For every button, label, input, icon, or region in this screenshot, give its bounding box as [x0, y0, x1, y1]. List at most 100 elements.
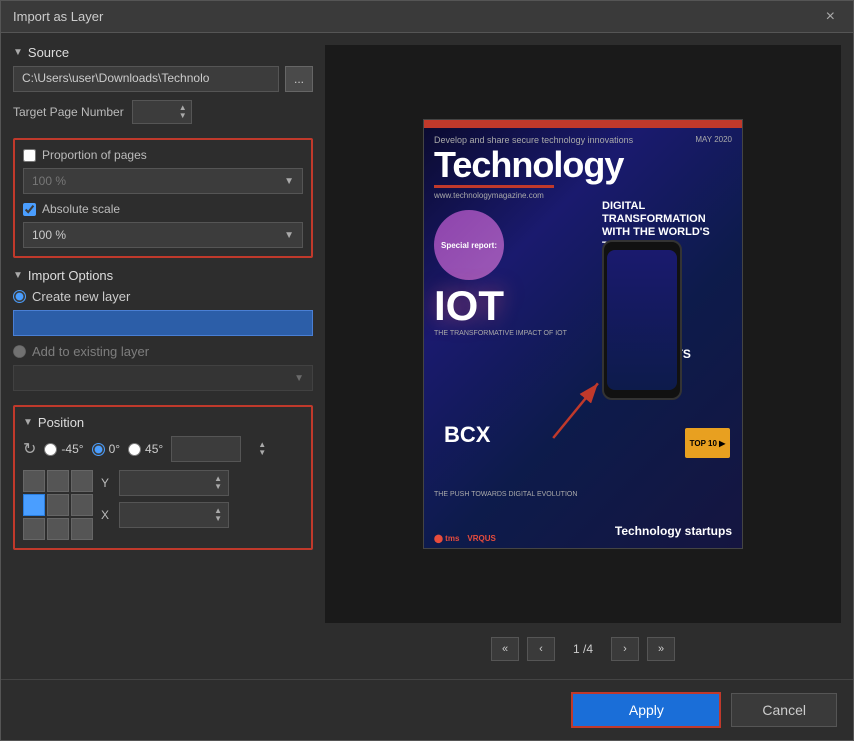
anchor-cell-1-0[interactable] — [23, 494, 45, 516]
absolute-row: Absolute scale — [23, 202, 303, 216]
absolute-value-field[interactable]: 100 % ▼ — [23, 222, 303, 248]
anchor-cell-2-0[interactable] — [23, 518, 45, 540]
magazine-cover: Develop and share secure technology inno… — [423, 119, 743, 549]
mag-iot-text: IOT — [434, 285, 567, 327]
left-panel: ▼ Source C:\Users\user\Downloads\Technol… — [13, 45, 313, 667]
anchor-cell-0-0[interactable] — [23, 470, 45, 492]
absolute-arrow-icon: ▼ — [284, 230, 294, 241]
y-label: Y — [101, 476, 113, 490]
target-page-spinbox[interactable]: 1 ▲▼ — [132, 100, 192, 124]
apply-button[interactable]: Apply — [571, 692, 721, 728]
anchor-cell-0-2[interactable] — [71, 470, 93, 492]
source-triangle-icon: ▼ — [13, 47, 23, 58]
source-label: Source — [28, 45, 69, 60]
dialog-title: Import as Layer — [13, 9, 103, 24]
add-existing-select: ▼ — [13, 365, 313, 391]
nav-last-button[interactable]: » — [647, 637, 675, 661]
target-page-label: Target Page Number — [13, 105, 124, 119]
position-section: ▼ Position ↻ -45° 0° 45 — [13, 405, 313, 550]
rotate-icon[interactable]: ↻ — [23, 439, 36, 459]
rotation-spinbox[interactable]: 0 ° ▲▼ — [171, 436, 241, 462]
create-layer-label: Create new layer — [32, 289, 130, 304]
preview-area: Develop and share secure technology inno… — [325, 45, 841, 623]
target-page-row: Target Page Number 1 ▲▼ — [13, 100, 313, 124]
nav-page-display: 1 /4 — [563, 642, 603, 656]
absolute-value: 100 % — [32, 228, 66, 242]
dialog-footer: Apply Cancel — [1, 679, 853, 740]
mag-header: Develop and share secure technology inno… — [434, 135, 732, 200]
anchor-cell-2-1[interactable] — [47, 518, 69, 540]
mag-website: www.technologymagazine.com — [434, 191, 732, 200]
close-button[interactable]: × — [820, 6, 841, 28]
x-row: X 0 (cm) ▲▼ — [101, 502, 229, 528]
proportion-arrow-icon: ▼ — [284, 176, 294, 187]
nav-first-button[interactable]: « — [491, 637, 519, 661]
x-spinbox[interactable]: 0 (cm) ▲▼ — [119, 502, 229, 528]
position-header: ▼ Position — [23, 415, 303, 430]
mag-iot-sub: THE TRANSFORMATIVE IMPACT OF IOT — [434, 330, 567, 337]
mag-bottom-logos: ⬤ tms VRQUS — [434, 534, 496, 543]
source-header: ▼ Source — [13, 45, 313, 60]
rotation-row: ↻ -45° 0° 45° 0 ° ▲▼ — [23, 436, 303, 462]
mag-logo-underline — [434, 185, 554, 188]
add-existing-row: Add to existing layer — [13, 344, 313, 359]
mag-bcx-sub: THE PUSH TOWARDS DIGITAL EVOLUTION — [434, 491, 577, 498]
rotation-input[interactable]: 0 ° — [178, 442, 258, 456]
anchor-cell-2-2[interactable] — [71, 518, 93, 540]
rot-45-label: 45° — [145, 442, 163, 456]
rot-45-radio[interactable] — [128, 443, 141, 456]
rot-0-label: 0° — [109, 442, 120, 456]
rotation-spin-arrows[interactable]: ▲▼ — [258, 441, 266, 457]
mag-logo-sm-1: ⬤ tms — [434, 534, 459, 543]
proportion-label: Proportion of pages — [42, 148, 147, 162]
proportion-value-field: 100 % ▼ — [23, 168, 303, 194]
rot-neg45-row: -45° — [44, 442, 83, 456]
xy-fields: Y 0 (cm) ▲▼ X 0 (cm) ▲▼ — [101, 470, 229, 528]
import-as-layer-dialog: Import as Layer × ▼ Source C:\Users\user… — [0, 0, 854, 741]
mag-special-text: Special report: — [441, 241, 497, 250]
position-grid: Y 0 (cm) ▲▼ X 0 (cm) ▲▼ — [23, 470, 303, 540]
mag-bcx-area: BCX THE PUSH TOWARDS DIGITAL EVOLUTION — [434, 491, 577, 498]
file-path-display: C:\Users\user\Downloads\Technolo — [13, 66, 279, 92]
y-spin-arrows[interactable]: ▲▼ — [214, 475, 222, 491]
import-options-triangle-icon: ▼ — [13, 270, 23, 281]
source-section: ▼ Source C:\Users\user\Downloads\Technol… — [13, 45, 313, 128]
mag-phone-screen — [607, 250, 677, 390]
target-page-input[interactable]: 1 — [139, 105, 179, 119]
title-bar: Import as Layer × — [1, 1, 853, 33]
create-layer-row: Create new layer — [13, 289, 313, 304]
target-page-spin-arrows[interactable]: ▲▼ — [179, 104, 187, 120]
mag-logo-sm-2: VRQUS — [467, 534, 495, 543]
y-spinbox[interactable]: 0 (cm) ▲▼ — [119, 470, 229, 496]
absolute-checkbox[interactable] — [23, 203, 36, 216]
browse-button[interactable]: ... — [285, 66, 313, 92]
anchor-cell-1-2[interactable] — [71, 494, 93, 516]
rot-45-row: 45° — [128, 442, 163, 456]
rot-neg45-radio[interactable] — [44, 443, 57, 456]
anchor-cell-0-1[interactable] — [47, 470, 69, 492]
mag-iot-section: Special report: IOT THE TRANSFORMATIVE I… — [434, 210, 567, 337]
cancel-button[interactable]: Cancel — [731, 693, 837, 727]
nav-next-button[interactable]: › — [611, 637, 639, 661]
layer-name-input[interactable]: PDFelement — [13, 310, 313, 336]
x-label: X — [101, 508, 113, 522]
anchor-cell-1-1[interactable] — [47, 494, 69, 516]
mag-top10-badge: TOP 10 ▶ — [685, 428, 730, 458]
position-triangle-icon: ▼ — [23, 417, 33, 428]
anchor-grid — [23, 470, 93, 540]
x-input[interactable]: 0 (cm) — [126, 508, 206, 522]
import-options-section: ▼ Import Options Create new layer PDFele… — [13, 268, 313, 391]
mag-tech-startups: Technology startups — [615, 524, 732, 538]
import-options-header: ▼ Import Options — [13, 268, 313, 283]
dialog-body: ▼ Source C:\Users\user\Downloads\Technol… — [1, 33, 853, 679]
proportion-checkbox[interactable] — [23, 149, 36, 162]
x-spin-arrows[interactable]: ▲▼ — [214, 507, 222, 523]
mag-top-bar — [424, 120, 742, 128]
create-layer-radio[interactable] — [13, 290, 26, 303]
proportion-value: 100 % — [32, 174, 66, 188]
nav-prev-button[interactable]: ‹ — [527, 637, 555, 661]
y-input[interactable]: 0 (cm) — [126, 476, 206, 490]
add-existing-radio[interactable] — [13, 345, 26, 358]
rot-0-radio[interactable] — [92, 443, 105, 456]
scale-section: Proportion of pages 100 % ▼ Absolute sca… — [13, 138, 313, 258]
